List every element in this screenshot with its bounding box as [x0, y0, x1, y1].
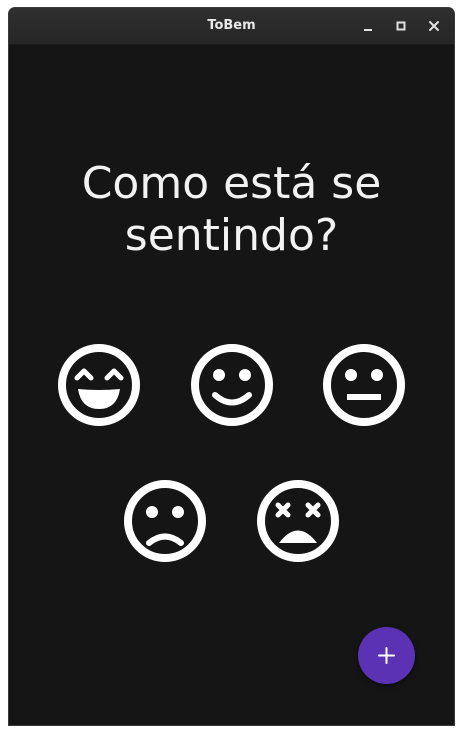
add-entry-button[interactable] — [358, 627, 415, 684]
maximize-icon — [396, 21, 406, 31]
window-title: ToBem — [207, 18, 256, 33]
mood-sad-button[interactable] — [122, 478, 208, 564]
minimize-button[interactable] — [358, 16, 378, 36]
dizzy-face-icon — [257, 480, 339, 562]
mood-question: Como está se sentindo? — [9, 158, 454, 262]
mood-neutral-button[interactable] — [321, 342, 407, 428]
minimize-icon — [364, 29, 372, 31]
mood-very-happy-button[interactable] — [56, 342, 142, 428]
close-button[interactable] — [424, 16, 444, 36]
app-window: ToBem Como está se sentindo? — [9, 8, 454, 725]
grinning-squint-face-icon — [58, 344, 140, 426]
sad-face-icon — [124, 480, 206, 562]
close-icon — [429, 21, 439, 31]
question-line-2: sentindo? — [124, 210, 339, 261]
mood-happy-button[interactable] — [189, 342, 275, 428]
mood-very-sad-button[interactable] — [255, 478, 341, 564]
title-bar[interactable]: ToBem — [9, 8, 454, 45]
maximize-button[interactable] — [391, 16, 411, 36]
smiling-face-icon — [191, 344, 273, 426]
question-line-1: Como está se — [81, 158, 382, 209]
neutral-face-icon — [323, 344, 405, 426]
plus-icon — [378, 647, 395, 664]
